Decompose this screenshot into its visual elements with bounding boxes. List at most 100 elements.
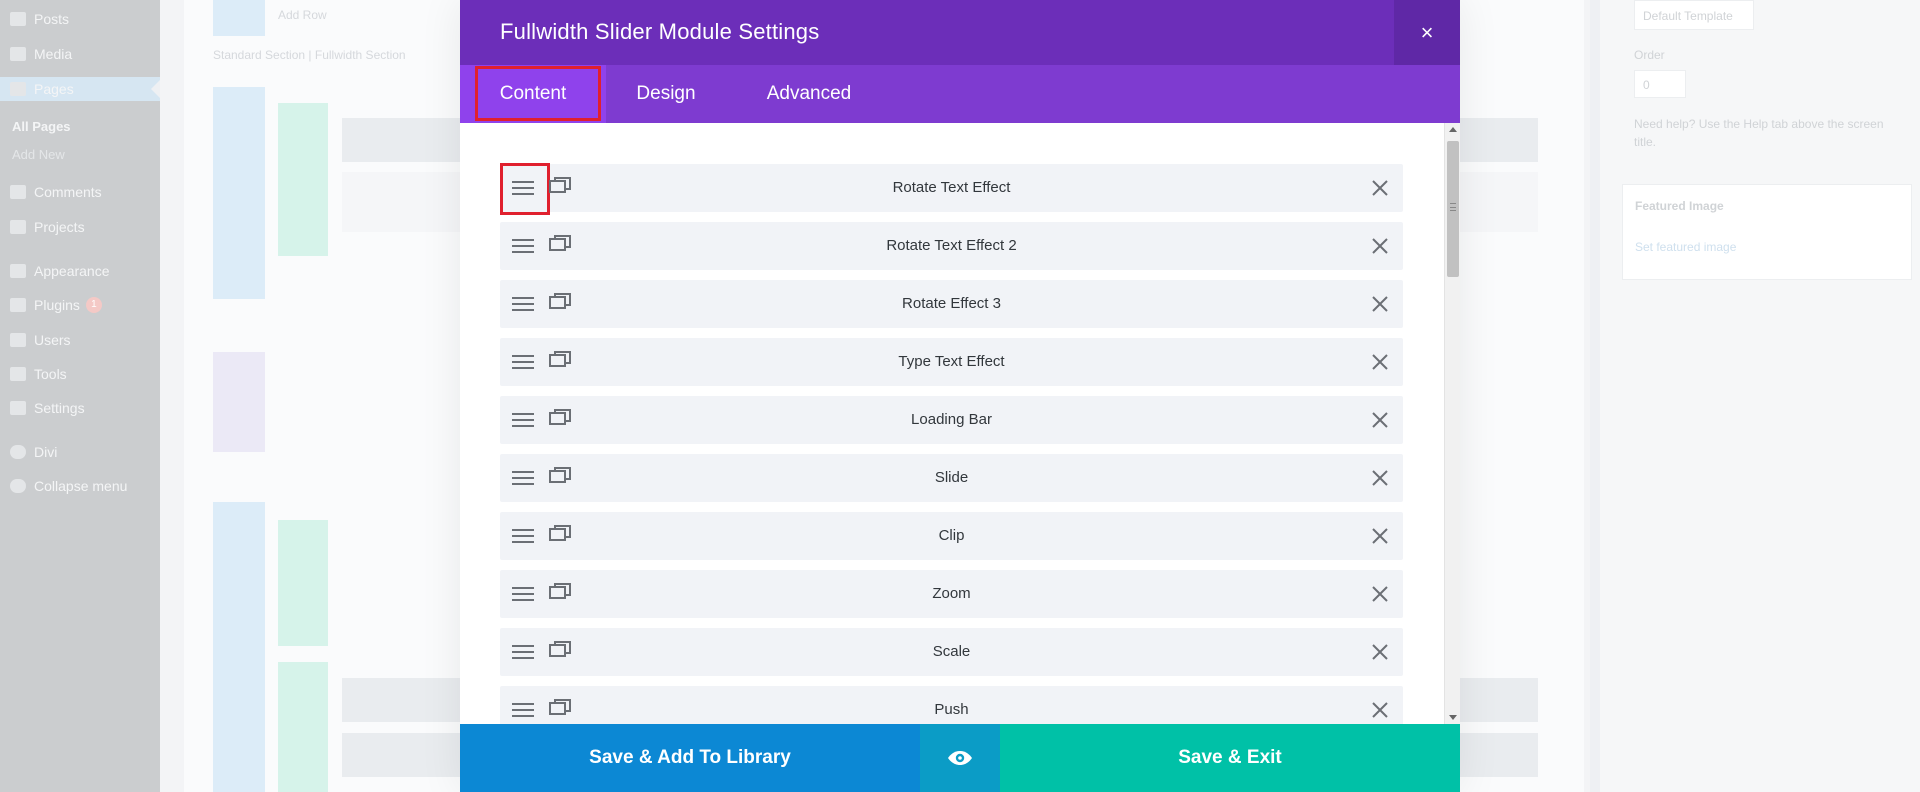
add-row-link[interactable]: Add Row	[278, 8, 327, 22]
slide-item[interactable]: Clip	[500, 512, 1403, 560]
drag-handle-icon[interactable]	[508, 289, 538, 319]
save-add-to-library-button[interactable]: Save & Add To Library	[460, 724, 920, 792]
save-exit-button[interactable]: Save & Exit	[1000, 724, 1460, 792]
slide-item[interactable]: Scale	[500, 628, 1403, 676]
plug-icon	[10, 298, 26, 312]
featured-image-title: Featured Image	[1635, 199, 1724, 213]
section-type-label: Standard Section | Fullwidth Section	[213, 48, 406, 62]
slide-title: Scale	[932, 643, 971, 660]
delete-icon[interactable]	[1369, 699, 1391, 721]
slide-title: Rotate Text Effect	[892, 179, 1011, 196]
modal-header: Fullwidth Slider Module Settings ×	[460, 0, 1460, 65]
delete-icon[interactable]	[1369, 177, 1391, 199]
sidebar-item-comments[interactable]: Comments	[10, 181, 102, 203]
slide-title: Push	[934, 701, 969, 718]
sidebar-collapse-menu[interactable]: Collapse menu	[10, 475, 127, 497]
media-icon	[10, 47, 26, 61]
delete-icon[interactable]	[1369, 641, 1391, 663]
comment-icon	[10, 185, 26, 199]
drag-handle-icon[interactable]	[508, 463, 538, 493]
module-settings-modal: Fullwidth Slider Module Settings × Conte…	[460, 0, 1460, 792]
modal-tabs: Content Design Advanced	[460, 65, 1460, 123]
wrench-icon	[10, 367, 26, 381]
sidebar-item-posts[interactable]: Posts	[10, 8, 69, 30]
sidebar-subitem-all-pages[interactable]: All Pages	[12, 115, 71, 137]
drag-handle-icon[interactable]	[508, 521, 538, 551]
row-handle-1[interactable]	[278, 103, 328, 256]
sidebar-item-users[interactable]: Users	[10, 329, 71, 351]
template-select[interactable]: Default Template	[1634, 0, 1754, 30]
sidebar-item-media[interactable]: Media	[10, 43, 72, 65]
sidebar-item-settings[interactable]: Settings	[10, 397, 85, 419]
slide-title: Rotate Effect 3	[902, 295, 1001, 312]
slide-item[interactable]: Slide	[500, 454, 1403, 502]
row-handle-2[interactable]	[278, 520, 328, 646]
duplicate-icon[interactable]	[548, 293, 572, 315]
delete-icon[interactable]	[1369, 467, 1391, 489]
modal-close-button[interactable]: ×	[1394, 0, 1460, 65]
sidebar-item-projects[interactable]: Projects	[10, 216, 85, 238]
scroll-up-arrow-icon[interactable]	[1449, 127, 1457, 132]
sidebar-item-pages[interactable]: Pages	[10, 78, 74, 100]
user-icon	[10, 333, 26, 347]
modal-title: Fullwidth Slider Module Settings	[500, 19, 820, 44]
delete-icon[interactable]	[1369, 583, 1391, 605]
tab-content[interactable]: Content	[460, 65, 606, 123]
drag-handle-icon[interactable]	[508, 637, 538, 667]
slide-item[interactable]: Loading Bar	[500, 396, 1403, 444]
set-featured-image-link[interactable]: Set featured image	[1635, 240, 1736, 254]
duplicate-icon[interactable]	[548, 351, 572, 373]
duplicate-icon[interactable]	[548, 525, 572, 547]
sidebar-item-divi[interactable]: Divi	[10, 441, 57, 463]
drag-handle-icon[interactable]	[508, 405, 538, 435]
duplicate-icon[interactable]	[548, 699, 572, 721]
admin-sidebar: Posts Media Pages All Pages Add New Comm…	[0, 0, 160, 792]
duplicate-icon[interactable]	[548, 177, 572, 199]
drag-handle-icon[interactable]	[508, 231, 538, 261]
slide-title: Type Text Effect	[898, 353, 1005, 370]
pin-icon	[10, 12, 26, 26]
duplicate-icon[interactable]	[548, 583, 572, 605]
plugins-update-badge: 1	[85, 297, 102, 313]
duplicate-icon[interactable]	[548, 235, 572, 257]
modal-scrollbar[interactable]	[1444, 123, 1460, 724]
slide-item[interactable]: Rotate Text Effect	[500, 163, 1403, 215]
drag-handle-icon[interactable]	[500, 163, 550, 215]
duplicate-icon[interactable]	[548, 641, 572, 663]
preview-button[interactable]	[920, 724, 1000, 792]
scroll-down-arrow-icon[interactable]	[1449, 715, 1457, 720]
section-handle-3[interactable]	[213, 502, 265, 792]
delete-icon[interactable]	[1369, 293, 1391, 315]
slide-item[interactable]: Zoom	[500, 570, 1403, 618]
order-input[interactable]: 0	[1634, 70, 1686, 98]
sidebar-item-plugins[interactable]: Plugins 1	[10, 294, 102, 316]
tab-design[interactable]: Design	[606, 65, 726, 123]
divi-icon	[10, 445, 26, 459]
delete-icon[interactable]	[1369, 525, 1391, 547]
delete-icon[interactable]	[1369, 351, 1391, 373]
row-handle-3[interactable]	[278, 662, 328, 792]
delete-icon[interactable]	[1369, 235, 1391, 257]
sidebar-item-appearance[interactable]: Appearance	[10, 260, 110, 282]
brush-icon	[10, 264, 26, 278]
close-icon: ×	[1420, 19, 1434, 45]
section-handle-1[interactable]	[213, 87, 265, 299]
duplicate-icon[interactable]	[548, 409, 572, 431]
slide-title: Slide	[934, 469, 969, 486]
delete-icon[interactable]	[1369, 409, 1391, 431]
section-close-button[interactable]	[213, 0, 265, 36]
slide-item[interactable]: Type Text Effect	[500, 338, 1403, 386]
drag-handle-icon[interactable]	[508, 579, 538, 609]
duplicate-icon[interactable]	[548, 467, 572, 489]
tab-advanced[interactable]: Advanced	[726, 65, 892, 123]
slide-title: Clip	[938, 527, 965, 544]
slide-item[interactable]: Push	[500, 686, 1403, 724]
slide-item[interactable]: Rotate Effect 3	[500, 280, 1403, 328]
scroll-thumb[interactable]	[1447, 141, 1459, 277]
slide-item[interactable]: Rotate Text Effect 2	[500, 222, 1403, 270]
sidebar-item-tools[interactable]: Tools	[10, 363, 67, 385]
drag-handle-icon[interactable]	[508, 695, 538, 724]
section-handle-2[interactable]	[213, 352, 265, 452]
drag-handle-icon[interactable]	[508, 347, 538, 377]
sidebar-subitem-add-new[interactable]: Add New	[12, 143, 65, 165]
